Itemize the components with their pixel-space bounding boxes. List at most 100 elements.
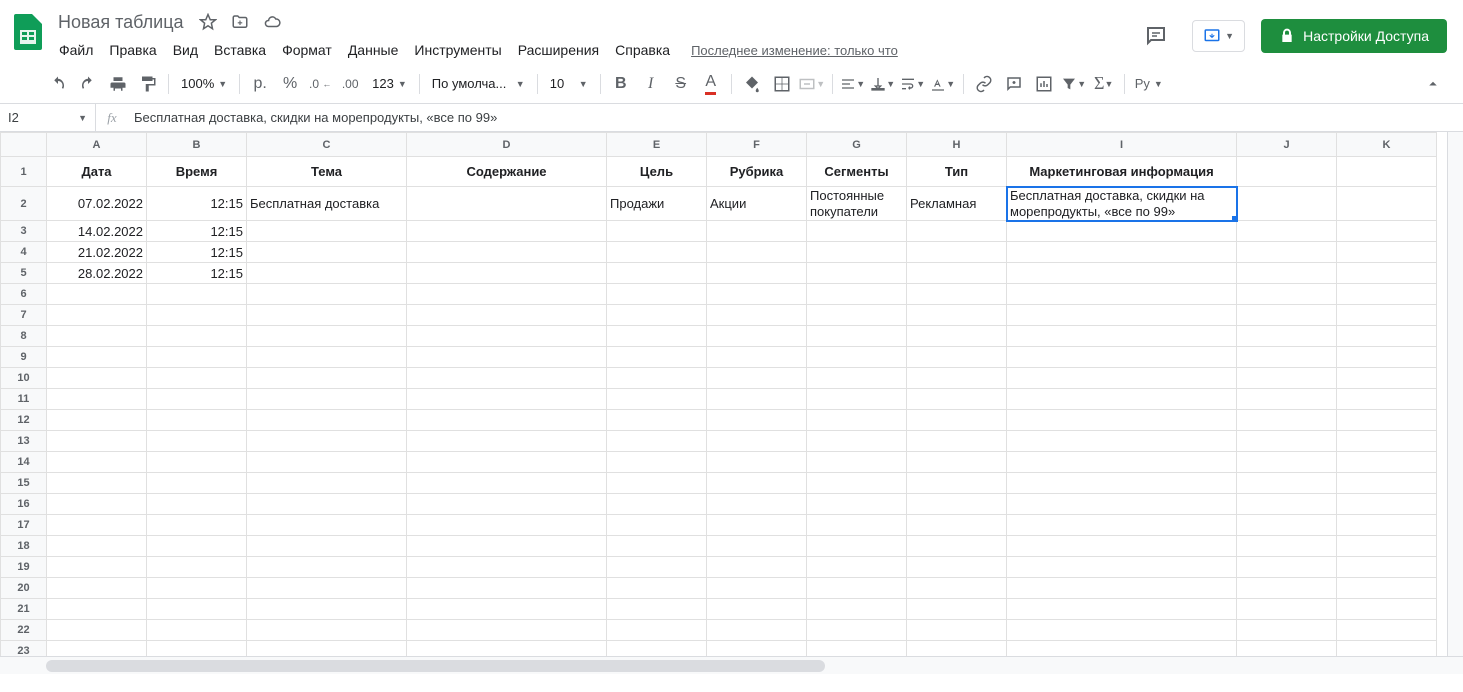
cell-F18[interactable] [707,536,807,557]
vertical-align-button[interactable]: ▼ [869,70,897,98]
cell-C4[interactable] [247,242,407,263]
cell-I4[interactable] [1007,242,1237,263]
cell-E6[interactable] [607,284,707,305]
cell-K17[interactable] [1337,515,1437,536]
decrease-decimal-button[interactable]: .0 ← [306,70,334,98]
row-header-13[interactable]: 13 [1,431,47,452]
cell-H9[interactable] [907,347,1007,368]
cell-I21[interactable] [1007,599,1237,620]
cell-I23[interactable] [1007,641,1237,657]
cell-E5[interactable] [607,263,707,284]
cell-H7[interactable] [907,305,1007,326]
menu-data[interactable]: Данные [341,38,406,62]
cell-K1[interactable] [1337,157,1437,187]
cell-F11[interactable] [707,389,807,410]
cell-I10[interactable] [1007,368,1237,389]
menu-tools[interactable]: Инструменты [407,38,508,62]
cell-A6[interactable] [47,284,147,305]
cell-I22[interactable] [1007,620,1237,641]
cell-I7[interactable] [1007,305,1237,326]
italic-button[interactable]: I [637,70,665,98]
borders-button[interactable] [768,70,796,98]
undo-icon[interactable] [44,70,72,98]
text-wrap-button[interactable]: ▼ [899,70,927,98]
cell-H20[interactable] [907,578,1007,599]
input-tools-button[interactable]: Ру▼ [1131,70,1167,98]
cell-F6[interactable] [707,284,807,305]
menu-format[interactable]: Формат [275,38,339,62]
row-header-12[interactable]: 12 [1,410,47,431]
insert-link-button[interactable] [970,70,998,98]
cell-H23[interactable] [907,641,1007,657]
cell-H3[interactable] [907,221,1007,242]
cell-B23[interactable] [147,641,247,657]
cell-J1[interactable] [1237,157,1337,187]
cell-D17[interactable] [407,515,607,536]
menu-extensions[interactable]: Расширения [511,38,606,62]
share-button[interactable]: Настройки Доступа [1261,19,1447,53]
cell-J19[interactable] [1237,557,1337,578]
cell-J22[interactable] [1237,620,1337,641]
cell-G10[interactable] [807,368,907,389]
cell-C18[interactable] [247,536,407,557]
cell-D18[interactable] [407,536,607,557]
cell-A7[interactable] [47,305,147,326]
cell-A1[interactable]: Дата [47,157,147,187]
cell-H2[interactable]: Рекламная [907,187,1007,221]
cell-D3[interactable] [407,221,607,242]
cell-A21[interactable] [47,599,147,620]
cell-K20[interactable] [1337,578,1437,599]
merge-cells-button[interactable]: ▼ [798,70,826,98]
cell-H15[interactable] [907,473,1007,494]
cell-E7[interactable] [607,305,707,326]
insert-comment-button[interactable] [1000,70,1028,98]
cell-I14[interactable] [1007,452,1237,473]
cell-A9[interactable] [47,347,147,368]
cell-B8[interactable] [147,326,247,347]
cell-B17[interactable] [147,515,247,536]
cell-K14[interactable] [1337,452,1437,473]
font-select[interactable]: По умолча...▼ [426,72,531,95]
cell-F20[interactable] [707,578,807,599]
cell-G18[interactable] [807,536,907,557]
cell-E17[interactable] [607,515,707,536]
cell-F13[interactable] [707,431,807,452]
bold-button[interactable]: B [607,70,635,98]
cell-B3[interactable]: 12:15 [147,221,247,242]
cell-G2[interactable]: Постоянные покупатели [807,187,907,221]
cloud-status-icon[interactable] [262,12,282,32]
cell-H5[interactable] [907,263,1007,284]
row-header-20[interactable]: 20 [1,578,47,599]
cell-F4[interactable] [707,242,807,263]
cell-F8[interactable] [707,326,807,347]
cell-B10[interactable] [147,368,247,389]
collapse-toolbar-icon[interactable] [1419,70,1447,98]
cell-F10[interactable] [707,368,807,389]
row-header-5[interactable]: 5 [1,263,47,284]
cell-A22[interactable] [47,620,147,641]
cell-G13[interactable] [807,431,907,452]
row-header-6[interactable]: 6 [1,284,47,305]
cell-G8[interactable] [807,326,907,347]
cell-E20[interactable] [607,578,707,599]
cell-H4[interactable] [907,242,1007,263]
cell-C19[interactable] [247,557,407,578]
col-header-K[interactable]: K [1337,133,1437,157]
cell-F14[interactable] [707,452,807,473]
comments-icon[interactable] [1136,16,1176,56]
cell-C1[interactable]: Тема [247,157,407,187]
cell-B2[interactable]: 12:15 [147,187,247,221]
cell-B9[interactable] [147,347,247,368]
cell-J15[interactable] [1237,473,1337,494]
fill-color-button[interactable] [738,70,766,98]
cell-B14[interactable] [147,452,247,473]
col-header-E[interactable]: E [607,133,707,157]
cell-J14[interactable] [1237,452,1337,473]
cell-A3[interactable]: 14.02.2022 [47,221,147,242]
cell-H13[interactable] [907,431,1007,452]
col-header-B[interactable]: B [147,133,247,157]
col-header-I[interactable]: I [1007,133,1237,157]
cell-B12[interactable] [147,410,247,431]
cell-I3[interactable] [1007,221,1237,242]
cell-K5[interactable] [1337,263,1437,284]
